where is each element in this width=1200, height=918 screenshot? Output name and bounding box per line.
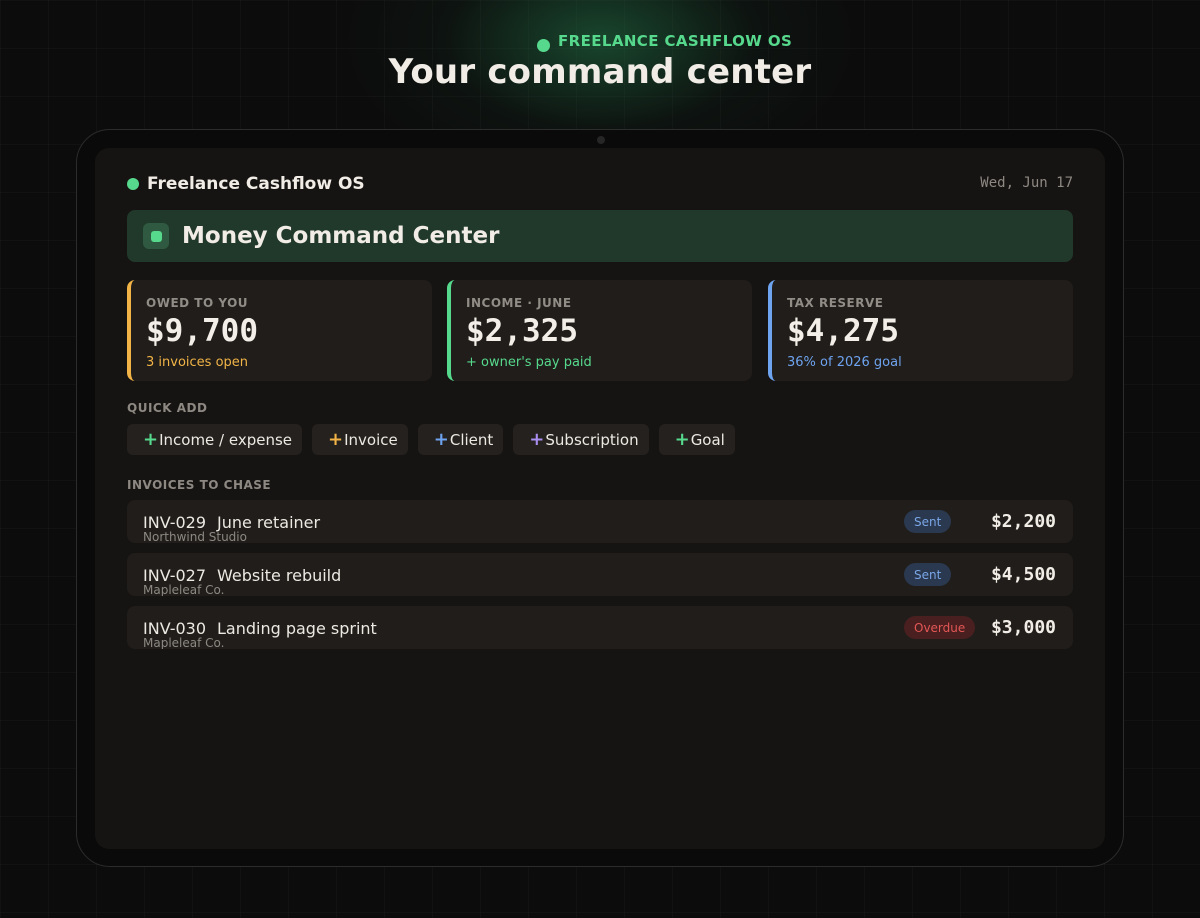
- plus-icon: +: [433, 429, 449, 450]
- button-label: Client: [449, 430, 494, 449]
- invoice-title: Website rebuild: [217, 566, 342, 585]
- hero-header: FREELANCE CASHFLOW OS Your command cente…: [0, 0, 1200, 128]
- add-goal-button[interactable]: + Goal: [658, 424, 735, 455]
- invoice-row[interactable]: INV-029 June retainer Northwind Studio S…: [127, 500, 1073, 543]
- button-label: Invoice: [344, 430, 398, 449]
- hero-eyebrow: FREELANCE CASHFLOW OS: [537, 29, 792, 52]
- hero-title: Your command center: [388, 52, 812, 92]
- stat-label: TAX RESERVE: [787, 296, 884, 310]
- button-label: Income / expense: [159, 430, 293, 449]
- stat-cards: OWED TO YOU $9,700 3 invoices open INCOM…: [127, 280, 1073, 381]
- stat-card-income[interactable]: INCOME · JUNE $2,325 + owner's pay paid: [447, 280, 752, 381]
- status-badge: Sent: [904, 510, 952, 533]
- invoice-list: INV-029 June retainer Northwind Studio S…: [127, 500, 1073, 659]
- add-invoice-button[interactable]: + Invoice: [312, 424, 408, 455]
- brand-dot-icon: [127, 178, 139, 190]
- add-subscription-button[interactable]: + Subscription: [513, 424, 649, 455]
- invoice-amount: $3,000: [990, 617, 1056, 638]
- quick-add-heading: QUICK ADD: [127, 401, 208, 415]
- invoice-row[interactable]: INV-030 Landing page sprint Mapleleaf Co…: [127, 606, 1073, 649]
- status-badge: Overdue: [904, 616, 976, 639]
- stat-label: OWED TO YOU: [146, 296, 249, 310]
- invoices-heading: INVOICES TO CHASE: [127, 478, 272, 492]
- camera-icon: [597, 136, 605, 144]
- app-topbar: Freelance Cashflow OS Wed, Jun 17: [127, 174, 1073, 196]
- button-label: Goal: [690, 430, 725, 449]
- status-badge: Sent: [904, 563, 952, 586]
- invoice-client: Mapleleaf Co.: [143, 636, 225, 649]
- add-income-expense-button[interactable]: + Income / expense: [127, 424, 303, 455]
- stat-value: $2,325: [466, 313, 578, 349]
- invoice-client: Mapleleaf Co.: [143, 583, 225, 596]
- page-banner: Money Command Center: [127, 210, 1073, 262]
- app-screen: Freelance Cashflow OS Wed, Jun 17 Money …: [95, 148, 1105, 849]
- button-label: Subscription: [545, 430, 639, 449]
- plus-icon: +: [529, 429, 545, 450]
- plus-icon: +: [328, 429, 344, 450]
- status-dot-icon: [537, 39, 550, 52]
- stat-subtext: + owner's pay paid: [466, 355, 592, 370]
- invoice-client: Northwind Studio: [143, 530, 247, 543]
- hero-eyebrow-text: FREELANCE CASHFLOW OS: [558, 31, 793, 50]
- stat-label: INCOME · JUNE: [466, 296, 572, 310]
- stat-card-tax-reserve[interactable]: TAX RESERVE $4,275 36% of 2026 goal: [768, 280, 1073, 381]
- invoice-row[interactable]: INV-027 Website rebuild Mapleleaf Co. Se…: [127, 553, 1073, 596]
- app-brand-name: Freelance Cashflow OS: [147, 174, 365, 194]
- stat-value: $9,700: [146, 313, 258, 349]
- quick-add-bar: + Income / expense + Invoice + Client + …: [127, 424, 735, 455]
- dashboard-icon: [143, 223, 169, 249]
- invoice-amount: $4,500: [990, 564, 1056, 585]
- app-brand[interactable]: Freelance Cashflow OS: [127, 174, 1073, 194]
- invoice-title: Landing page sprint: [217, 619, 377, 638]
- stat-subtext: 36% of 2026 goal: [787, 355, 902, 370]
- stat-card-owed[interactable]: OWED TO YOU $9,700 3 invoices open: [127, 280, 432, 381]
- add-client-button[interactable]: + Client: [417, 424, 504, 455]
- stat-value: $4,275: [787, 313, 899, 349]
- invoice-amount: $2,200: [990, 511, 1056, 532]
- plus-icon: +: [674, 429, 690, 450]
- plus-icon: +: [143, 429, 159, 450]
- page-title: Money Command Center: [182, 223, 500, 249]
- current-date: Wed, Jun 17: [980, 175, 1073, 191]
- tablet-frame: Freelance Cashflow OS Wed, Jun 17 Money …: [76, 129, 1124, 867]
- stat-subtext: 3 invoices open: [146, 355, 249, 370]
